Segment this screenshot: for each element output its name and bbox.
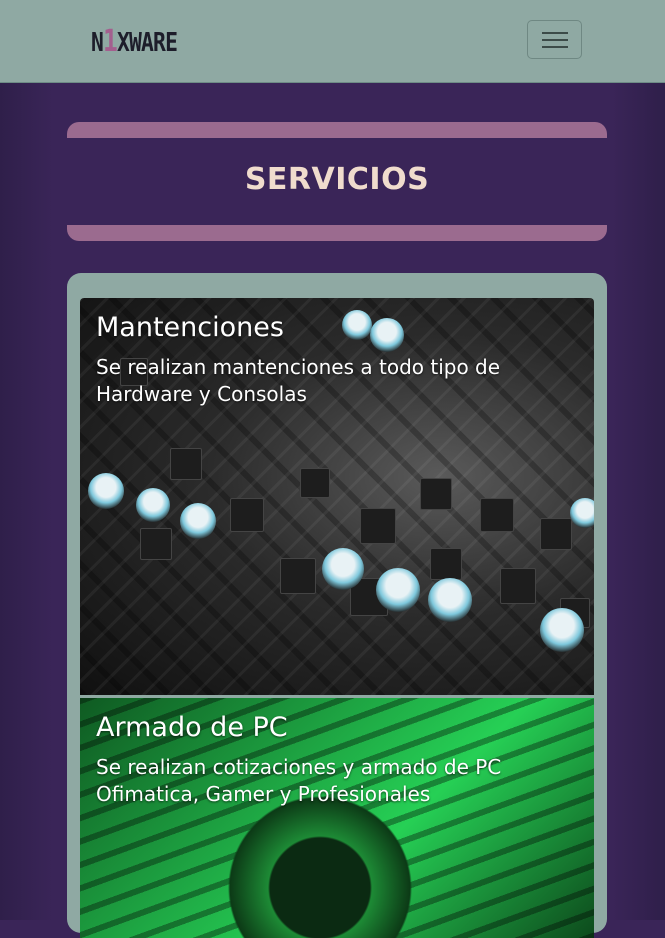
service-title: Armado de PC bbox=[96, 712, 288, 743]
services-container: Mantenciones Se realizan mantenciones a … bbox=[67, 273, 607, 938]
section-title-box: SERVICIOS bbox=[67, 122, 607, 241]
hamburger-menu-icon bbox=[542, 32, 568, 34]
page-title: SERVICIOS bbox=[244, 162, 430, 197]
service-description: Se realizan cotizaciones y armado de PC … bbox=[96, 755, 502, 806]
title-bar-bottom bbox=[67, 225, 607, 241]
service-description: Se realizan mantenciones a todo tipo de … bbox=[96, 355, 501, 406]
brand-logo[interactable]: N1XWARE bbox=[91, 24, 178, 59]
navbar-toggle-button[interactable] bbox=[527, 20, 582, 59]
service-card-armado-pc[interactable]: Armado de PC Se realizan cotizaciones y … bbox=[80, 698, 594, 938]
brand-prefix: N bbox=[91, 28, 104, 58]
brand-suffix: XWARE bbox=[117, 28, 178, 58]
title-bar-top bbox=[67, 122, 607, 138]
navbar: N1XWARE bbox=[0, 0, 665, 83]
service-title: Mantenciones bbox=[96, 312, 284, 343]
brand-one: 1 bbox=[103, 24, 118, 59]
service-card-mantenciones[interactable]: Mantenciones Se realizan mantenciones a … bbox=[80, 298, 594, 695]
hamburger-menu-icon bbox=[542, 39, 568, 41]
hamburger-menu-icon bbox=[542, 46, 568, 48]
